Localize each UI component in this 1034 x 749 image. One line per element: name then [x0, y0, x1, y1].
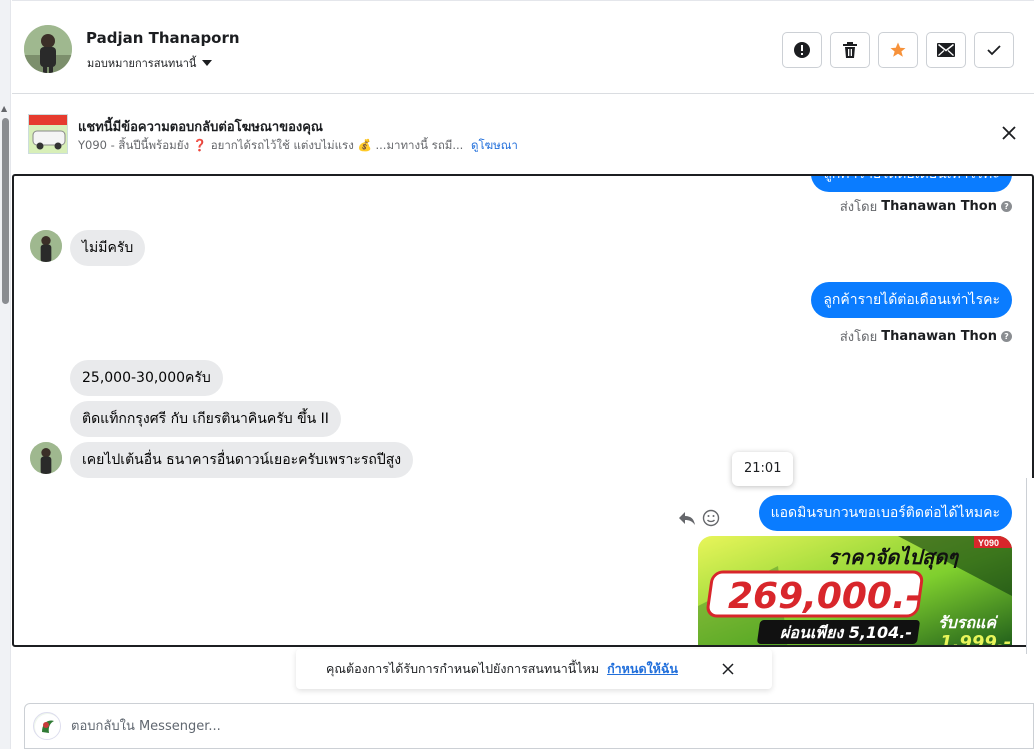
- star-button[interactable]: [878, 32, 918, 68]
- contact-avatar[interactable]: [24, 25, 72, 73]
- message-bubble-outgoing[interactable]: ลูกค้ารายได้ต่อเดือนเท่าไรคะ: [811, 176, 1012, 192]
- check-icon: [987, 45, 1001, 56]
- mail-icon: [937, 43, 955, 57]
- sent-by-label: ส่งโดย Thanawan Thon ?: [840, 196, 1012, 217]
- assign-prompt-text: คุณต้องการได้รับการกำหนดไปยังการสนทนานี้…: [326, 661, 600, 676]
- promo-graphic: Y090 ราคาจัดไปสุดๆ 269,000.- ผ่อนเพียง 5…: [698, 536, 1012, 647]
- sender-name: Thanawan Thon: [881, 199, 997, 214]
- banner-subtitle: Y090 - สิ้นปีนี้พร้อมยัง ❓ อยากได้รถไว้ใ…: [78, 137, 518, 155]
- message-bubble-incoming[interactable]: ติดแท็กกรุงศรี กับ เกียรตินาคินครับ ขึ้น…: [70, 401, 341, 437]
- reply-input[interactable]: [71, 712, 971, 740]
- left-scrollbar[interactable]: ▲: [0, 0, 11, 749]
- page-logo-icon: [35, 714, 60, 739]
- reply-icon[interactable]: [678, 510, 696, 526]
- contact-avatar-small[interactable]: [30, 442, 62, 474]
- message-bubble-incoming[interactable]: ไม่มีครับ: [70, 230, 146, 266]
- timestamp-tooltip: 21:01: [732, 452, 794, 486]
- side-panel-edge: [1026, 478, 1034, 654]
- ad-reply-banner: แชทนี้มีข้อความตอบกลับต่อโฆษณาของคุณ Y09…: [12, 100, 1034, 168]
- scroll-up-icon[interactable]: ▲: [1, 104, 7, 113]
- person-photo-icon: [30, 230, 62, 262]
- ad-pickup-label: รับรถแค่: [938, 613, 999, 632]
- contact-name[interactable]: Padjan Thanaporn: [86, 29, 240, 47]
- delete-button[interactable]: [830, 32, 870, 68]
- header-actions: [782, 32, 1014, 68]
- close-icon: [722, 663, 734, 675]
- ad-thumbnail[interactable]: [28, 114, 68, 154]
- ad-image-attachment[interactable]: Y090 ราคาจัดไปสุดๆ 269,000.- ผ่อนเพียง 5…: [698, 536, 1012, 647]
- reply-composer: [24, 703, 1034, 749]
- scrollbar-thumb[interactable]: [2, 118, 9, 304]
- help-icon[interactable]: ?: [1001, 331, 1012, 342]
- mark-done-button[interactable]: [974, 32, 1014, 68]
- ad-installment: ผ่อนเพียง 5,104.-: [780, 623, 912, 642]
- star-icon: [890, 42, 906, 57]
- message-bubble-incoming[interactable]: เคยไปเต้นอื่น ธนาคารอื่นดาวน์เยอะครับเพร…: [70, 442, 414, 478]
- ad-headline: ราคาจัดไปสุดๆ: [828, 545, 959, 570]
- contact-avatar-small[interactable]: [30, 230, 62, 262]
- view-ad-link[interactable]: ดูโฆษณา: [471, 138, 518, 152]
- conversation-header: Padjan Thanaporn มอบหมายการสนทนานี้: [12, 0, 1034, 94]
- message-thread[interactable]: ลูกค้ารายได้ต่อเดือนเท่าไรคะ ส่งโดย Than…: [12, 174, 1034, 647]
- mark-unread-button[interactable]: [926, 32, 966, 68]
- report-icon: [794, 42, 810, 58]
- message-bubble-outgoing[interactable]: ลูกค้ารายได้ต่อเดือนเท่าไรคะ: [811, 282, 1012, 318]
- message-bubble-outgoing[interactable]: แอดมินรบกวนขอเบอร์ติดต่อได้ไหมคะ: [758, 495, 1012, 531]
- help-icon[interactable]: ?: [1001, 201, 1012, 212]
- chevron-down-icon: [202, 60, 213, 66]
- banner-title: แชทนี้มีข้อความตอบกลับต่อโฆษณาของคุณ: [78, 120, 323, 135]
- ad-badge: Y090: [978, 538, 999, 548]
- close-banner-button[interactable]: [998, 122, 1020, 144]
- car-ad-thumbnail-icon: [29, 115, 67, 153]
- sent-by-label: ส่งโดย Thanawan Thon ?: [840, 326, 1012, 347]
- ad-caption: Y090 - สิ้นปีนี้พร้อมยัง ❓ อยากได้รถไว้ใ…: [78, 138, 464, 152]
- message-bubble-incoming[interactable]: 25,000-30,000ครับ: [70, 360, 223, 396]
- sender-name: Thanawan Thon: [881, 329, 997, 344]
- person-photo-icon: [24, 25, 72, 73]
- page-avatar: [33, 712, 61, 740]
- assign-to-me-link[interactable]: กำหนดให้ฉัน: [607, 659, 678, 679]
- assign-prompt: คุณต้องการได้รับการกำหนดไปยังการสนทนานี้…: [296, 649, 772, 689]
- assign-label: มอบหมายการสนทนานี้: [87, 57, 197, 70]
- ad-price: 269,000.-: [728, 576, 921, 617]
- close-prompt-button[interactable]: [720, 661, 736, 677]
- emoji-react-icon[interactable]: [702, 509, 720, 527]
- report-button[interactable]: [782, 32, 822, 68]
- trash-icon: [843, 42, 857, 58]
- assign-conversation-dropdown[interactable]: มอบหมายการสนทนานี้: [87, 54, 213, 72]
- close-icon: [1002, 126, 1016, 140]
- person-photo-icon: [30, 442, 62, 474]
- ad-pickup-price: 1,999.-: [940, 632, 1011, 647]
- message-tools: [678, 509, 720, 527]
